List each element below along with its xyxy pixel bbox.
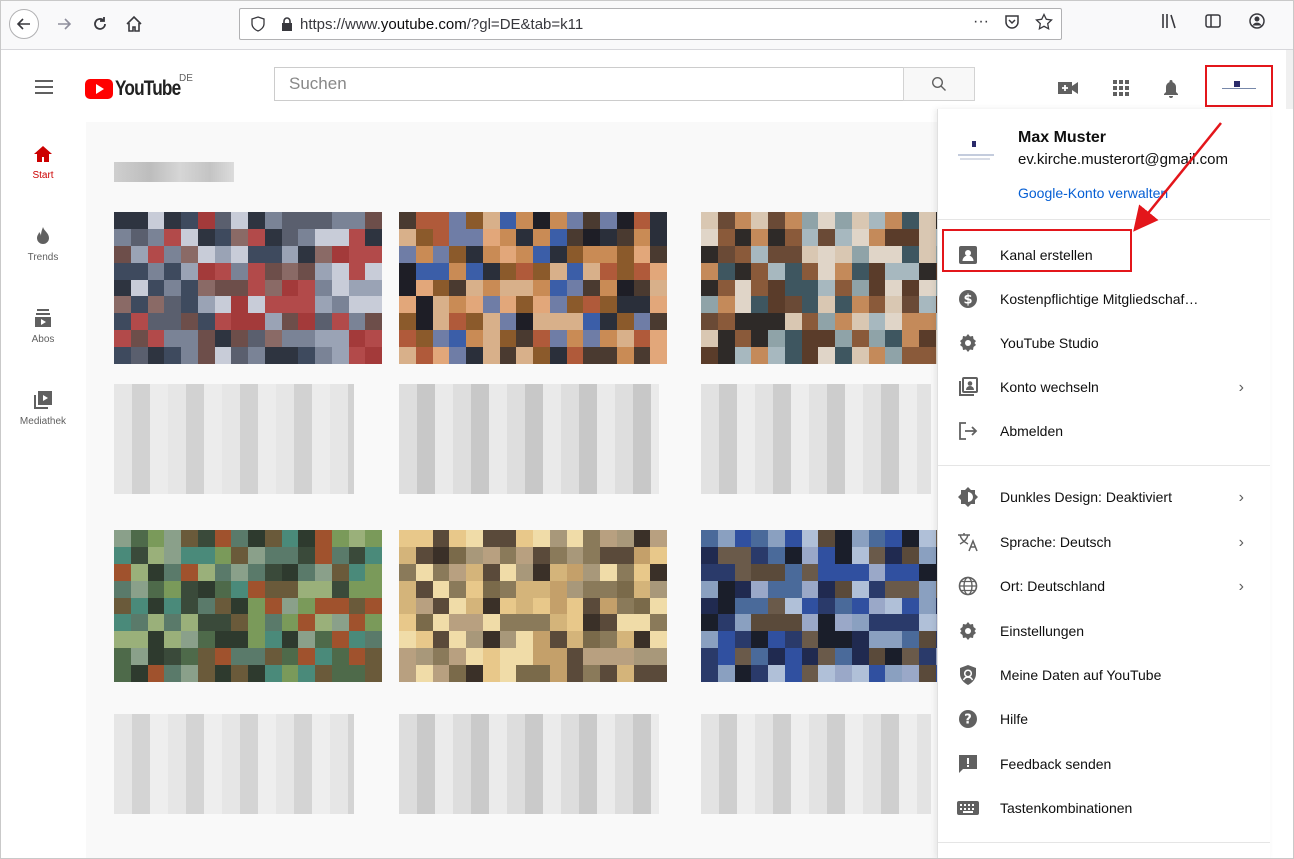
annotation-arrow	[1133, 122, 1222, 232]
